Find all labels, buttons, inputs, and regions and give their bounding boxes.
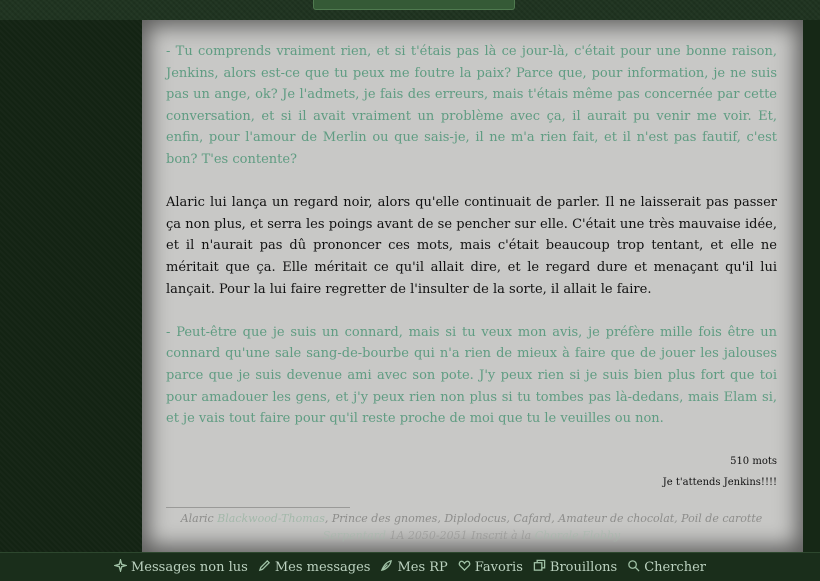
nav-label: Favoris [474,559,523,575]
signature-name-link[interactable]: Blackwood-Thomas [217,512,325,525]
sparkle-icon [112,556,129,576]
nav-label: Messages non lus [131,559,248,575]
heart-icon [458,559,471,576]
post-meta: 510 mots Je t'attends Jenkins!!!! [166,451,777,493]
nav-drafts[interactable]: Brouillons [533,559,617,576]
closing-note: Je t'attends Jenkins!!!! [662,477,777,489]
signature: Alaric Blackwood-Thomas, Prince des gnom… [166,510,777,544]
right-edge-band [803,20,820,552]
signature-line-1: Alaric Blackwood-Thomas, Prince des gnom… [166,510,777,527]
nav-unread-messages[interactable]: Messages non lus [112,556,248,576]
nav-label: Brouillons [549,559,618,575]
top-tab [313,0,515,10]
signature-line-2: Serpentard 1A 2050-2051 Inscrit à la Cho… [166,527,777,544]
post-panel: - Tu comprends vraiment rien, et si t'ét… [142,20,803,552]
feather-icon [380,559,393,576]
search-icon [627,559,640,576]
drafts-icon [533,559,546,576]
signature-club-link[interactable]: Chorale Flobby [535,529,621,542]
paragraph-dialogue-1: - Tu comprends vraiment rien, et si t'ét… [166,44,777,167]
pencil-icon [258,559,271,576]
nav-label: Mes RP [397,559,448,575]
nav-my-messages[interactable]: Mes messages [258,559,371,576]
paragraph-dialogue-2: - Peut-être que je suis un connard, mais… [166,324,777,427]
signature-divider [166,507,350,508]
left-sidebar-band [0,20,142,552]
signature-titles: , Prince des gnomes, Diplodocus, Cafard,… [324,512,763,525]
signature-bottom-text: 1A 2050-2051 Inscrit à la [385,529,535,542]
bottom-nav-bar: Messages non lus Mes messages Mes RP Fav… [0,552,820,581]
word-count: 510 mots [730,456,777,468]
nav-favorites[interactable]: Favoris [458,559,523,576]
nav-search[interactable]: Chercher [627,559,706,576]
signature-house-link[interactable]: Serpentard [323,529,386,542]
paragraph-narration: Alaric lui lança un regard noir, alors q… [166,195,777,297]
signature-first-name: Alaric [180,512,214,525]
nav-label: Mes messages [274,559,371,575]
post-body: - Tu comprends vraiment rien, et si t'ét… [166,41,777,493]
nav-my-rp[interactable]: Mes RP [380,559,448,576]
nav-label: Chercher [644,559,706,575]
